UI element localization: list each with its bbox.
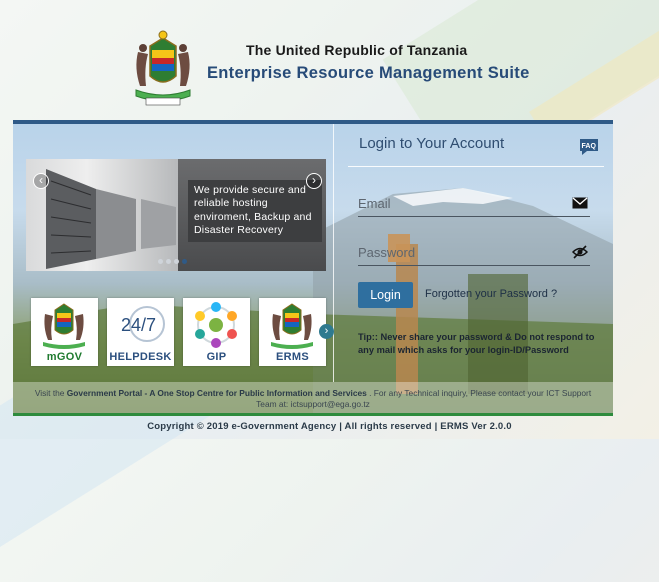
password-input[interactable] (358, 241, 558, 263)
tile-helpdesk[interactable]: 24/7 HELPDESK (107, 298, 174, 366)
chevron-left-icon: ‹ (39, 173, 43, 187)
service-tiles: mGOV 24/7 HELPDESK GIP ERMS (31, 298, 326, 366)
tile-gip[interactable]: GIP (183, 298, 250, 366)
login-button[interactable]: Login (358, 282, 413, 308)
tile-label: ERMS (276, 351, 309, 363)
copyright: Copyright © 2019 e-Government Agency | A… (147, 421, 512, 432)
coat-of-arms-icon (43, 303, 85, 349)
suite-title: Enterprise Resource Management Suite (207, 64, 530, 82)
chevron-right-icon: › (312, 173, 316, 187)
server-rack-icon (46, 169, 176, 269)
eye-slash-icon[interactable] (572, 245, 588, 259)
footer-notice: Visit the Government Portal - A One Stop… (25, 388, 601, 410)
login-title: Login to Your Account (359, 135, 505, 152)
slider-dot[interactable] (158, 259, 163, 264)
svg-text:24/7: 24/7 (121, 315, 156, 335)
slider-dot[interactable] (166, 259, 171, 264)
page-header: The United Republic of Tanzania Enterpri… (0, 0, 659, 118)
login-card: We provide secure and reliable hosting e… (13, 120, 613, 416)
security-tip: Tip:: Never share your password & Do not… (358, 332, 595, 355)
svg-text:FAQ: FAQ (582, 143, 597, 150)
coat-of-arms-icon (271, 303, 313, 349)
slide-caption: We provide secure and reliable hosting e… (188, 180, 322, 242)
gip-network-icon (195, 302, 237, 348)
email-field (358, 192, 590, 217)
envelope-icon (572, 197, 588, 209)
country-title: The United Republic of Tanzania (246, 42, 468, 58)
government-portal-link[interactable]: Government Portal - A One Stop Centre fo… (67, 388, 367, 398)
footer-prefix: Visit the (34, 388, 67, 398)
slider-prev-button[interactable]: ‹ (33, 173, 49, 189)
tile-mgov[interactable]: mGOV (31, 298, 98, 366)
server-room-image (26, 159, 178, 271)
slider-dot[interactable] (174, 259, 179, 264)
coat-of-arms-icon (135, 30, 191, 106)
login-title-rule (348, 166, 604, 167)
tile-erms[interactable]: ERMS (259, 298, 326, 366)
tiles-next-button[interactable]: › (319, 324, 334, 339)
forgot-password-link[interactable]: Forgotten your Password ? (425, 288, 557, 300)
slider-indicators (158, 259, 187, 264)
tile-label: GIP (206, 351, 227, 363)
tile-label: mGOV (46, 351, 83, 363)
faq-icon[interactable]: FAQ (578, 136, 600, 158)
panel-divider (333, 124, 334, 382)
email-input[interactable] (358, 192, 558, 214)
support-email-link[interactable]: ictsupport@ega.go.tz (291, 399, 370, 409)
tile-label: HELPDESK (109, 351, 172, 363)
slider-dot-active[interactable] (182, 259, 187, 264)
chevron-right-icon: › (324, 325, 329, 337)
password-field (358, 241, 590, 266)
image-slider[interactable]: We provide secure and reliable hosting e… (26, 159, 326, 271)
helpdesk-24-7-icon: 24/7 (121, 306, 165, 342)
slider-next-button[interactable]: › (306, 173, 322, 189)
